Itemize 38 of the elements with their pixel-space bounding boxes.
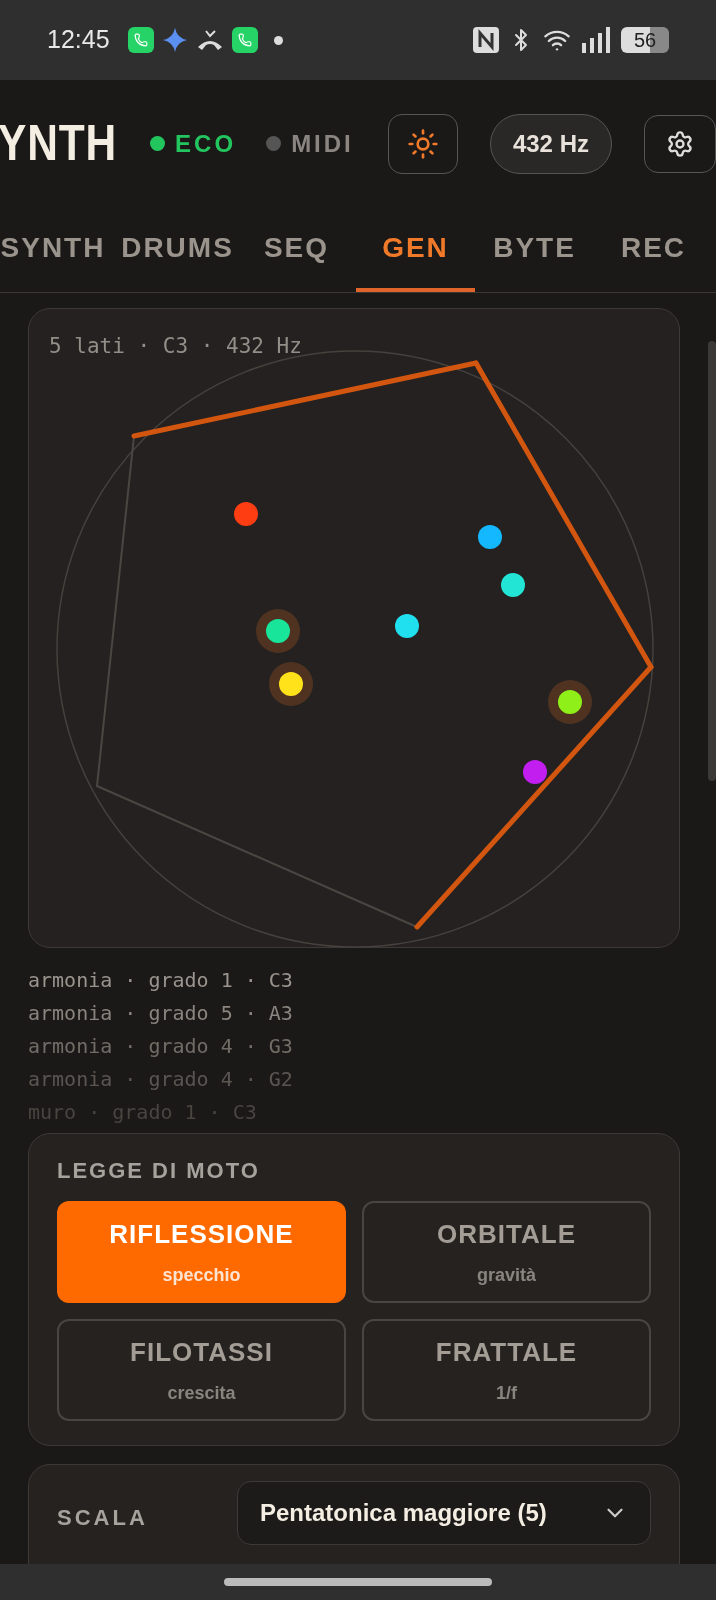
particle-dot <box>234 502 258 526</box>
indicator-label: MIDI <box>291 128 354 159</box>
nfc-icon <box>473 27 499 53</box>
section-title: LEGGE DI MOTO <box>57 1157 261 1185</box>
particle-dot <box>269 662 313 706</box>
particle-dot <box>256 609 300 653</box>
tab[interactable]: SYNTH <box>0 207 118 292</box>
particle-dot <box>548 680 592 724</box>
log-line: armonia · grado 4 · G3 <box>28 1033 294 1060</box>
battery-indicator: 56 <box>621 27 669 53</box>
scale-dropdown[interactable]: Pentatonica maggiore (5) <box>237 1481 651 1545</box>
particle-dot <box>501 573 525 597</box>
log-line: armonia · grado 5 · A3 <box>28 1000 294 1027</box>
tab[interactable]: SEQ <box>237 207 356 292</box>
particle-dot <box>395 614 419 638</box>
scale-label: SCALA <box>57 1504 149 1532</box>
log-line: armonia · grado 1 · C3 <box>28 967 294 994</box>
tab[interactable]: GEN <box>356 207 475 292</box>
tab[interactable]: BYTE <box>475 207 594 292</box>
theme-button[interactable] <box>387 113 459 174</box>
clock: 12:45 <box>47 24 110 56</box>
tuning-button[interactable]: 432 Hz <box>490 113 612 174</box>
particle-dot <box>523 760 547 784</box>
chat-app-icon <box>231 27 258 53</box>
particle-dot <box>478 525 502 549</box>
log-line: armonia · grado 4 · G2 <box>28 1066 294 1093</box>
settings-icon <box>665 129 694 158</box>
motion-option[interactable]: FILOTASSI crescita <box>57 1319 346 1421</box>
tab[interactable]: DRUMS <box>118 207 237 292</box>
tab[interactable]: REC <box>594 207 713 292</box>
visualizer-caption: 5 lati · C3 · 432 Hz <box>49 333 302 360</box>
signal-icon <box>581 27 611 53</box>
settings-button[interactable] <box>643 114 716 173</box>
chat-app-icon <box>127 27 154 53</box>
motion-option[interactable]: FRATTALE 1/f <box>362 1319 651 1421</box>
sun-icon <box>406 127 439 160</box>
motion-option[interactable]: ORBITALE gravità <box>362 1201 651 1303</box>
indicator-label: ECO <box>175 128 237 159</box>
